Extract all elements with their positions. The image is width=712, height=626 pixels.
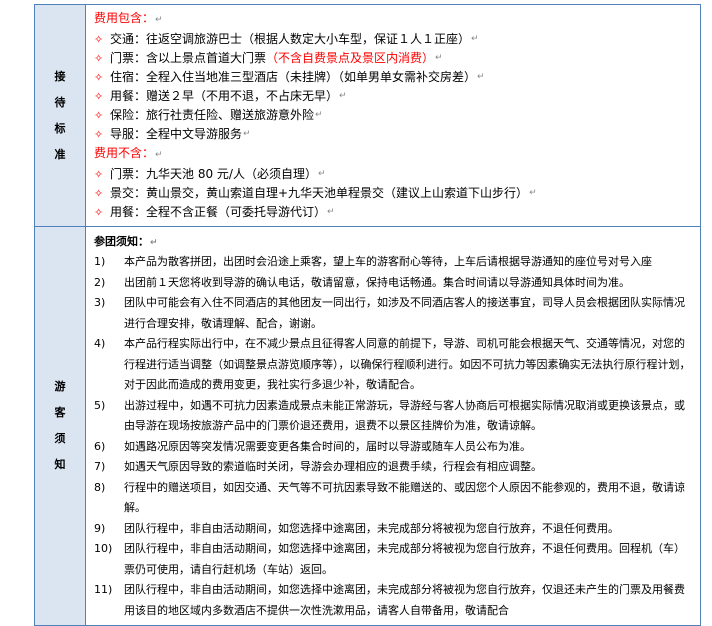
reception-standard-content: 费用包含：↵ ✧ 交通：往返空调旅游巴士（根据人数定大小车型，保证１人１正座） ↵ ✧… — [85, 4, 701, 227]
document-page: 接待标准 费用包含：↵ ✧ 交通：往返空调旅游巴士（根据人数定大小车型，保证１人１… — [0, 0, 712, 626]
note-number: 11) — [94, 583, 113, 596]
notes-list: 1) 本产品为散客拼团，出团时会沿途上乘客，望上车的游客耐心等待，上车后请根据导游… — [94, 252, 694, 621]
fee-item-text: 门票：九华天池 80 元/人（必须自理） — [110, 167, 317, 181]
note-item: 11) 团队行程中，非自由活动期间，如您选择中途离团，未完成部分将被视为您自行放弃… — [94, 580, 694, 621]
tourist-notes-row: 游客须知 参团须知：↵ 1) 本产品为散客拼团，出团时会沿途上乘客，望上车的游客耐… — [34, 226, 701, 626]
fee-item-note: （不含自费景点及景区内消费） — [266, 51, 435, 65]
fee-item-text: 门票：含以上景点首道大门票 — [110, 51, 267, 65]
fee-item-text: 导服：全程中文导游服务 — [110, 127, 243, 141]
fee-item: ✧ 用餐：全程不含正餐（可委托导游代订） ↵ — [94, 203, 694, 222]
note-text: 团队行程中，非自由活动期间，如您选择中途离团，未完成部分将被视为您自行放弃，仅退… — [124, 583, 685, 617]
reception-standard-label-cell: 接待标准 — [34, 4, 86, 227]
diamond-bullet-icon: ✧ — [94, 128, 104, 141]
fee-item: ✧ 保险：旅行社责任险、赠送旅游意外险 ↵ — [94, 106, 694, 125]
note-text: 如遇天气原因导致的索道临时关闭，导游会办理相应的退费手续，行程会有相应调整。 — [124, 460, 542, 473]
note-item: 5) 出游过程中，如遇不可抗力因素造成景点未能正常游玩，导游经与客人协商后可根据实… — [94, 396, 694, 437]
diamond-bullet-icon: ✧ — [94, 206, 104, 219]
diamond-bullet-icon: ✧ — [94, 71, 104, 84]
note-number: 6) — [94, 439, 106, 453]
include-title: 费用包含：↵ — [94, 11, 163, 25]
fee-item: ✧ 景交：黄山景交，黄山索道自理+九华天池单程景交（建议上山索道下山步行） ↵ — [94, 184, 694, 203]
note-text: 出游过程中，如遇不可抗力因素造成景点未能正常游玩，导游经与客人协商后可根据实际情… — [124, 398, 685, 433]
note-item: 9) 团队行程中，非自由活动期间，如您选择中途离团，未完成部分将被视为您自行放弃，… — [94, 519, 694, 540]
note-text: 行程中的赠送项目，如因交通、天气等不可抗因素导致不能赠送的、或因您个人原因不能参… — [124, 480, 685, 515]
tourist-notes-label-cell: 游客须知 — [34, 226, 86, 626]
reception-standard-label: 接待标准 — [54, 69, 66, 161]
fee-item: ✧ 门票：含以上景点首道大门票 （不含自费景点及景区内消费） ↵ — [94, 49, 694, 68]
fee-item-text: 用餐：全程不含正餐（可委托导游代订） — [110, 205, 327, 219]
note-number: 1) — [94, 255, 106, 268]
note-text: 团队行程中，非自由活动期间，如您选择中途离团，未完成部分将被视为您自行放弃，不退… — [124, 542, 685, 576]
fee-item-text: 用餐：赠送２早（不用不退，不占床无早） — [110, 89, 339, 103]
note-number: 3) — [94, 296, 106, 309]
note-item: 6) 如遇路况原因等突发情况需要变更各集合时间的，届时以导游或随车人员公布为准。 — [94, 437, 694, 458]
note-text: 团队行程中，非自由活动期间，如您选择中途离团，未完成部分将被视为您自行放弃，不退… — [124, 521, 619, 535]
note-number: 10) — [94, 542, 113, 555]
fee-item: ✧ 住宿：全程入住当地准三型酒店（未挂牌）（如单男单女需补交房差） ↵ — [94, 68, 694, 87]
fee-item-text: 交通：往返空调旅游巴士（根据人数定大小车型，保证１人１正座） — [110, 32, 471, 46]
note-item: 4) 本产品行程实际出行中，在不减少景点且征得客人同意的前提下，导游、司机可能会根… — [94, 334, 694, 396]
note-item: 10) 团队行程中，非自由活动期间，如您选择中途离团，未完成部分将被视为您自行放弃… — [94, 539, 694, 580]
exclude-list: ✧ 门票：九华天池 80 元/人（必须自理） ↵ ✧ 景交：黄山景交，黄山索道自理+九华… — [94, 165, 694, 222]
diamond-bullet-icon: ✧ — [94, 187, 104, 200]
diamond-bullet-icon: ✧ — [94, 52, 104, 65]
note-text: 本产品为散客拼团，出团时会沿途上乘客，望上车的游客耐心等待，上车后请根据导游通知… — [124, 255, 652, 268]
fee-item: ✧ 门票：九华天池 80 元/人（必须自理） ↵ — [94, 165, 694, 184]
note-number: 7) — [94, 460, 106, 473]
note-text: 团队中可能会有入住不同酒店的其他团友一同出行，如涉及不同酒店客人的接送事宜，司导… — [124, 296, 685, 330]
tourist-notes-label: 游客须知 — [54, 380, 66, 471]
note-number: 9) — [94, 521, 106, 535]
exclude-title: 费用不含：↵ — [94, 146, 163, 160]
diamond-bullet-icon: ✧ — [94, 33, 104, 46]
fee-item-text: 住宿：全程入住当地准三型酒店（未挂牌）（如单男单女需补交房差） — [110, 70, 477, 84]
fee-item: ✧ 用餐：赠送２早（不用不退，不占床无早） ↵ — [94, 87, 694, 106]
note-text: 出团前１天您将收到导游的确认电话，敬请留意，保持电话畅通。集合时间请以导游通知具… — [124, 275, 630, 289]
note-item: 7) 如遇天气原因导致的索道临时关闭，导游会办理相应的退费手续，行程会有相应调整。 — [94, 457, 694, 478]
notes-title: 参团须知：↵ — [94, 235, 158, 248]
tourist-notes-content: 参团须知：↵ 1) 本产品为散客拼团，出团时会沿途上乘客，望上车的游客耐心等待，上… — [85, 226, 701, 626]
fee-item-text: 景交：黄山景交，黄山索道自理+九华天池单程景交（建议上山索道下山步行） — [110, 186, 529, 200]
note-number: 2) — [94, 275, 106, 289]
note-item: 8) 行程中的赠送项目，如因交通、天气等不可抗因素导致不能赠送的、或因您个人原因不… — [94, 478, 694, 519]
fee-item-text: 保险：旅行社责任险、赠送旅游意外险 — [110, 108, 315, 122]
diamond-bullet-icon: ✧ — [94, 109, 104, 122]
fee-item: ✧ 导服：全程中文导游服务 ↵ — [94, 125, 694, 144]
fee-item: ✧ 交通：往返空调旅游巴士（根据人数定大小车型，保证１人１正座） ↵ — [94, 30, 694, 49]
diamond-bullet-icon: ✧ — [94, 90, 104, 103]
note-number: 4) — [94, 337, 106, 350]
note-text: 本产品行程实际出行中，在不减少景点且征得客人同意的前提下，导游、司机可能会根据天… — [124, 337, 691, 391]
note-item: 1) 本产品为散客拼团，出团时会沿途上乘客，望上车的游客耐心等待，上车后请根据导游… — [94, 252, 694, 273]
reception-standard-row: 接待标准 费用包含：↵ ✧ 交通：往返空调旅游巴士（根据人数定大小车型，保证１人１… — [34, 4, 701, 227]
note-text: 如遇路况原因等突发情况需要变更各集合时间的，届时以导游或随车人员公布为准。 — [124, 439, 531, 453]
note-number: 8) — [94, 480, 106, 494]
note-item: 2) 出团前１天您将收到导游的确认电话，敬请留意，保持电话畅通。集合时间请以导游通… — [94, 273, 694, 294]
note-item: 3) 团队中可能会有入住不同酒店的其他团友一同出行，如涉及不同酒店客人的接送事宜，… — [94, 293, 694, 334]
include-list: ✧ 交通：往返空调旅游巴士（根据人数定大小车型，保证１人１正座） ↵ ✧ 门票：含以上景… — [94, 30, 694, 144]
itinerary-table: 接待标准 费用包含：↵ ✧ 交通：往返空调旅游巴士（根据人数定大小车型，保证１人１… — [34, 4, 701, 626]
diamond-bullet-icon: ✧ — [94, 168, 104, 181]
note-number: 5) — [94, 398, 106, 412]
